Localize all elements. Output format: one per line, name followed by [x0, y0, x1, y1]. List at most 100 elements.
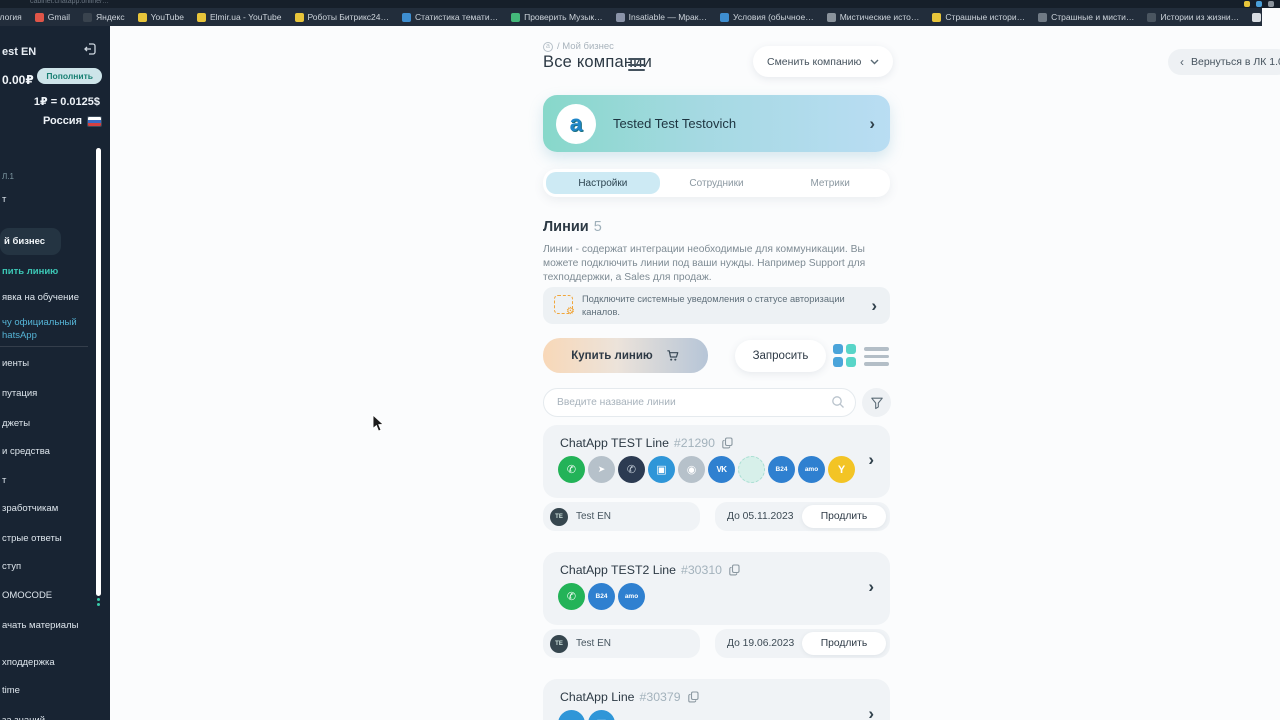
sidebar-item[interactable]: явка на обучение — [2, 292, 79, 303]
sidebar-divider — [0, 346, 88, 347]
copy-icon[interactable] — [729, 564, 740, 576]
cart-icon — [665, 348, 680, 363]
bookmark-item[interactable]: Статистика темати… — [402, 12, 498, 22]
buy-line-button[interactable]: Купить линию — [543, 338, 708, 373]
company-card[interactable]: a Tested Test Testovich › — [543, 95, 890, 152]
topup-button[interactable]: Пополнить — [37, 68, 102, 84]
account-name: est EN — [2, 46, 36, 58]
line-number: #21290 — [674, 436, 715, 450]
bookmark-item[interactable]: Gmail — [35, 12, 70, 22]
vk-icon[interactable]: VK — [708, 456, 735, 483]
sidebar-item[interactable]: и средства — [2, 446, 50, 457]
channel-icons-row: ✆➤✆▣◉VKB24amoY — [558, 456, 858, 483]
telegram-icon[interactable]: ➤ — [558, 710, 585, 720]
bookmark-item[interactable]: Elmir.ua - YouTube — [197, 12, 282, 22]
country-label: Россия — [43, 115, 82, 127]
owner-name: Test EN — [576, 638, 611, 649]
bookmark-favicon — [511, 13, 520, 22]
line-card[interactable]: ChatApp TEST2 Line #30310 ✆B24amo › — [543, 552, 890, 625]
line-card[interactable]: ChatApp TEST Line #21290 ✆➤✆▣◉VKB24amoY … — [543, 425, 890, 498]
whatsapp-icon[interactable]: ✆ — [558, 456, 585, 483]
bookmark-item[interactable]: Проверить Музык… — [511, 12, 603, 22]
team-icon[interactable]: ◉ — [678, 456, 705, 483]
back-to-lk-label: Вернуться в ЛК 1.0 — [1191, 56, 1280, 68]
tab-metrics[interactable]: Метрики — [773, 172, 887, 194]
sidebar-item[interactable]: ачать материалы — [2, 620, 78, 631]
sidebar-item[interactable]: путация — [2, 388, 37, 399]
renew-button[interactable]: Продлить — [802, 505, 886, 528]
grid-view-icon[interactable] — [833, 344, 857, 368]
bookmark-label: Роботы Битрикс24… — [308, 12, 390, 22]
due-date: До 19.06.2023 — [727, 638, 794, 649]
logout-icon[interactable] — [84, 42, 98, 61]
bookmark-favicon — [197, 13, 206, 22]
copy-icon[interactable] — [688, 691, 699, 703]
whatsapp-icon[interactable]: ✆ — [558, 583, 585, 610]
list-view-icon[interactable] — [864, 347, 889, 370]
sidebar-scrollbar[interactable] — [96, 148, 101, 596]
sidebar-item[interactable]: джеты — [2, 418, 30, 429]
sidebar-item[interactable]: чу официальный hatsApp — [2, 316, 77, 343]
bookmark-item[interactable]: Истории из жизни… — [1147, 12, 1239, 22]
tab-employees[interactable]: Сотрудники — [660, 172, 774, 194]
sidebar-item[interactable]: стрые ответы — [2, 533, 62, 544]
sidebar-item[interactable]: й бизнес — [0, 228, 61, 255]
b24-icon[interactable]: B24 — [588, 583, 615, 610]
renew-button[interactable]: Продлить — [802, 632, 886, 655]
line-card[interactable]: ChatApp Line #30379 ➤▣ › — [543, 679, 890, 720]
bookmark-item[interactable]: Страшные и мисти… — [1038, 12, 1134, 22]
bookmark-item[interactable]: Мистические исто… — [827, 12, 920, 22]
bookmark-item[interactable]: Условия (обычное… — [720, 12, 814, 22]
sidebar-item[interactable]: за знаний — [2, 715, 45, 720]
sidebar-item[interactable]: ступ — [2, 561, 21, 572]
change-company-button[interactable]: Сменить компанию — [753, 46, 893, 77]
sidebar-item[interactable]: зработчикам — [2, 503, 58, 514]
channel-icon[interactable] — [738, 456, 765, 483]
filter-button[interactable] — [862, 388, 891, 417]
bookmark-favicon — [616, 13, 625, 22]
sidebar-item[interactable]: т — [2, 194, 6, 205]
amo-icon[interactable]: amo — [618, 583, 645, 610]
russia-flag-icon — [87, 116, 102, 127]
sidebar-item[interactable]: OMOCODE — [2, 590, 52, 601]
request-line-button[interactable]: Запросить — [735, 340, 826, 372]
breadcrumb-text[interactable]: / Мой бизнес — [557, 41, 614, 52]
sidebar-item[interactable]: т — [2, 475, 6, 486]
bookmark-item[interactable]: Đ¤Đ¾Ň€ĐµŇ„… — [1252, 12, 1262, 22]
copy-icon[interactable] — [722, 437, 733, 449]
sidebar-item[interactable]: хподдержка — [2, 657, 55, 668]
menu-icon[interactable] — [628, 58, 645, 75]
back-to-lk-button[interactable]: ‹ Вернуться в ЛК 1.0 — [1168, 49, 1280, 75]
bookmark-item[interactable]: Страшные истори… — [932, 12, 1025, 22]
bookmark-item[interactable]: YouTube — [138, 12, 184, 22]
bookmark-item[interactable]: ология — [0, 12, 22, 22]
line-number: #30310 — [681, 563, 722, 577]
telegram-icon[interactable]: ➤ — [588, 456, 615, 483]
bot-icon[interactable]: ▣ — [648, 456, 675, 483]
yclients-icon[interactable]: Y — [828, 456, 855, 483]
search-input[interactable] — [543, 388, 856, 417]
tab-settings[interactable]: Настройки — [546, 172, 660, 194]
sidebar-item[interactable]: time — [2, 685, 20, 696]
sidebar-item[interactable]: иенты — [2, 358, 29, 369]
bookmark-favicon — [827, 13, 836, 22]
bookmark-item[interactable]: Роботы Битрикс24… — [295, 12, 390, 22]
b24-icon[interactable]: B24 — [768, 456, 795, 483]
bookmark-item[interactable]: Яндекс — [83, 12, 125, 22]
amo-icon[interactable]: amo — [798, 456, 825, 483]
sidebar-item[interactable]: Л.1 — [2, 172, 14, 181]
country-selector[interactable]: Россия — [43, 115, 102, 127]
sidebar-item[interactable]: пить линию — [2, 266, 58, 277]
profile-icon[interactable] — [1268, 1, 1274, 7]
extension-icon[interactable] — [1244, 1, 1250, 7]
viber-icon[interactable]: ✆ — [618, 456, 645, 483]
notification-banner[interactable]: ⚙ Подключите системные уведомления о ста… — [543, 287, 890, 324]
banner-text: Подключите системные уведомления о стату… — [582, 293, 862, 319]
browser-toolbar-icons — [1244, 1, 1274, 7]
bookmark-item[interactable]: Insatiable — Мрак… — [616, 12, 707, 22]
bookmark-label: Условия (обычное… — [733, 12, 814, 22]
bookmark-favicon — [720, 13, 729, 22]
bookmark-label: YouTube — [151, 12, 184, 22]
extension-icon[interactable] — [1256, 1, 1262, 7]
bot-icon[interactable]: ▣ — [588, 710, 615, 720]
